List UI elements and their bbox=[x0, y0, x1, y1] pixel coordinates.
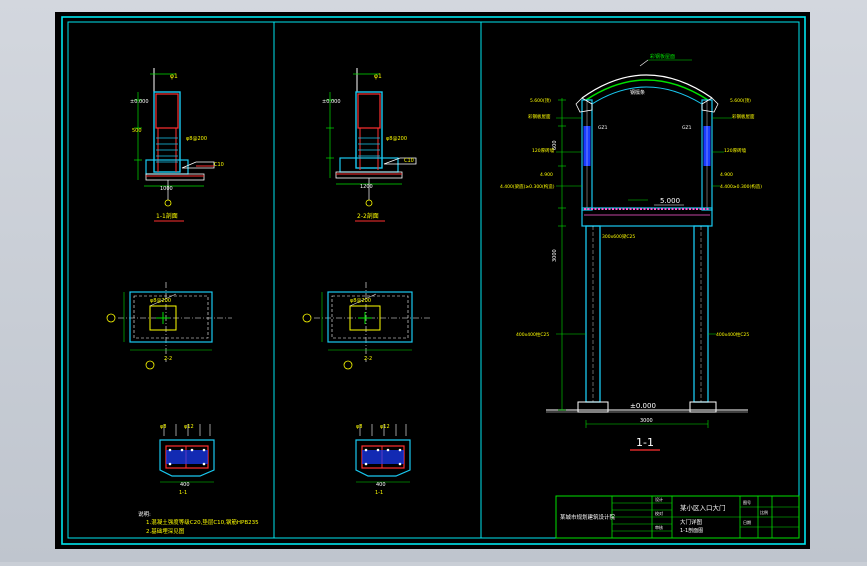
svg-text:GZ1: GZ1 bbox=[598, 125, 608, 131]
svg-text:400: 400 bbox=[376, 482, 386, 488]
svg-text:比例: 比例 bbox=[760, 509, 768, 515]
svg-text:φ8: φ8 bbox=[356, 424, 362, 430]
title-block[interactable]: 某城市规划建筑设计院 某小区入口大门 大门详图 1-1剖面图 设计校对 审核 图号… bbox=[555, 495, 800, 539]
svg-text:GZ1: GZ1 bbox=[682, 125, 692, 131]
svg-text:C10: C10 bbox=[214, 162, 224, 168]
svg-text:φ8@200: φ8@200 bbox=[150, 298, 171, 304]
svg-text:φ8@200: φ8@200 bbox=[186, 136, 207, 142]
beam-1-label: 1-1 bbox=[179, 490, 187, 496]
beam-2-label: 1-1 bbox=[375, 490, 383, 496]
svg-text:φ8@200: φ8@200 bbox=[386, 136, 407, 142]
svg-text:φ8: φ8 bbox=[160, 424, 166, 430]
svg-text:±0.000: ±0.000 bbox=[130, 99, 149, 105]
svg-text:400x400柱C25: 400x400柱C25 bbox=[516, 331, 549, 338]
svg-text:120厚砖墙: 120厚砖墙 bbox=[532, 147, 555, 154]
svg-text:钢檩条: 钢檩条 bbox=[630, 89, 645, 96]
main-section-title: 1-1 bbox=[636, 436, 654, 449]
svg-text:3000: 3000 bbox=[552, 249, 558, 262]
svg-text:400x400柱C25: 400x400柱C25 bbox=[716, 331, 749, 338]
svg-text:1200: 1200 bbox=[360, 184, 373, 190]
svg-text:校对: 校对 bbox=[655, 510, 663, 516]
svg-text:4.400(梁底)≥0.300(构造): 4.400(梁底)≥0.300(构造) bbox=[500, 183, 555, 190]
svg-text:设计: 设计 bbox=[655, 496, 663, 502]
svg-text:300x600梁C25: 300x600梁C25 bbox=[602, 233, 635, 240]
svg-text:φ12: φ12 bbox=[184, 424, 194, 430]
svg-text:φ1: φ1 bbox=[374, 73, 382, 80]
cad-drawing-sheet: φ1 ±0.000 500 φ8@200 C10 1000 1-1剖面 φ1 ±… bbox=[55, 12, 810, 549]
svg-text:φ8@200: φ8@200 bbox=[350, 298, 371, 304]
svg-text:彩钢板屋面: 彩钢板屋面 bbox=[528, 113, 551, 120]
svg-text:φ12: φ12 bbox=[380, 424, 390, 430]
section-2-title: 2-2剖面 bbox=[357, 212, 379, 220]
title-project: 某小区入口大门 bbox=[680, 503, 726, 512]
svg-text:5.600(顶): 5.600(顶) bbox=[730, 98, 751, 104]
svg-text:4.900: 4.900 bbox=[720, 172, 733, 178]
svg-text:1000: 1000 bbox=[160, 186, 173, 192]
section-1-title: 1-1剖面 bbox=[156, 212, 178, 220]
svg-text:500: 500 bbox=[132, 128, 142, 134]
svg-text:C10: C10 bbox=[404, 158, 414, 164]
svg-text:400: 400 bbox=[180, 482, 190, 488]
svg-text:3000: 3000 bbox=[640, 418, 653, 424]
svg-text:±0.000: ±0.000 bbox=[322, 99, 341, 105]
notes-line-1: 1.混凝土强度等级C20,垫层C10,钢筋HPB235 bbox=[146, 518, 259, 526]
svg-text:φ1: φ1 bbox=[170, 73, 178, 80]
svg-text:审核: 审核 bbox=[655, 524, 663, 530]
level-ground-label: ±0.000 bbox=[630, 402, 656, 410]
svg-text:图号: 图号 bbox=[743, 499, 751, 505]
svg-text:彩钢板屋面: 彩钢板屋面 bbox=[650, 53, 675, 60]
svg-text:4.900: 4.900 bbox=[540, 172, 553, 178]
notes-heading: 说明: bbox=[138, 510, 151, 518]
cad-viewport[interactable]: φ1 ±0.000 500 φ8@200 C10 1000 1-1剖面 φ1 ±… bbox=[0, 0, 867, 562]
level-top-label: 5.000 bbox=[660, 197, 680, 205]
svg-text:4.400≥0.300(构造): 4.400≥0.300(构造) bbox=[720, 183, 762, 190]
title-company: 某城市规划建筑设计院 bbox=[560, 513, 616, 521]
svg-text:彩钢板屋面: 彩钢板屋面 bbox=[732, 113, 755, 120]
svg-text:5.600(顶): 5.600(顶) bbox=[530, 98, 551, 104]
plan-2-label: 2-2 bbox=[364, 356, 372, 362]
notes-line-2: 2.基础埋深见图 bbox=[146, 527, 185, 535]
svg-text:日期: 日期 bbox=[743, 519, 751, 525]
plan-1-label: 2-2 bbox=[164, 356, 172, 362]
title-drawing-name: 大门详图 bbox=[680, 518, 703, 526]
title-drawing-sub: 1-1剖面图 bbox=[680, 527, 703, 534]
svg-text:120厚砖墙: 120厚砖墙 bbox=[724, 147, 747, 154]
